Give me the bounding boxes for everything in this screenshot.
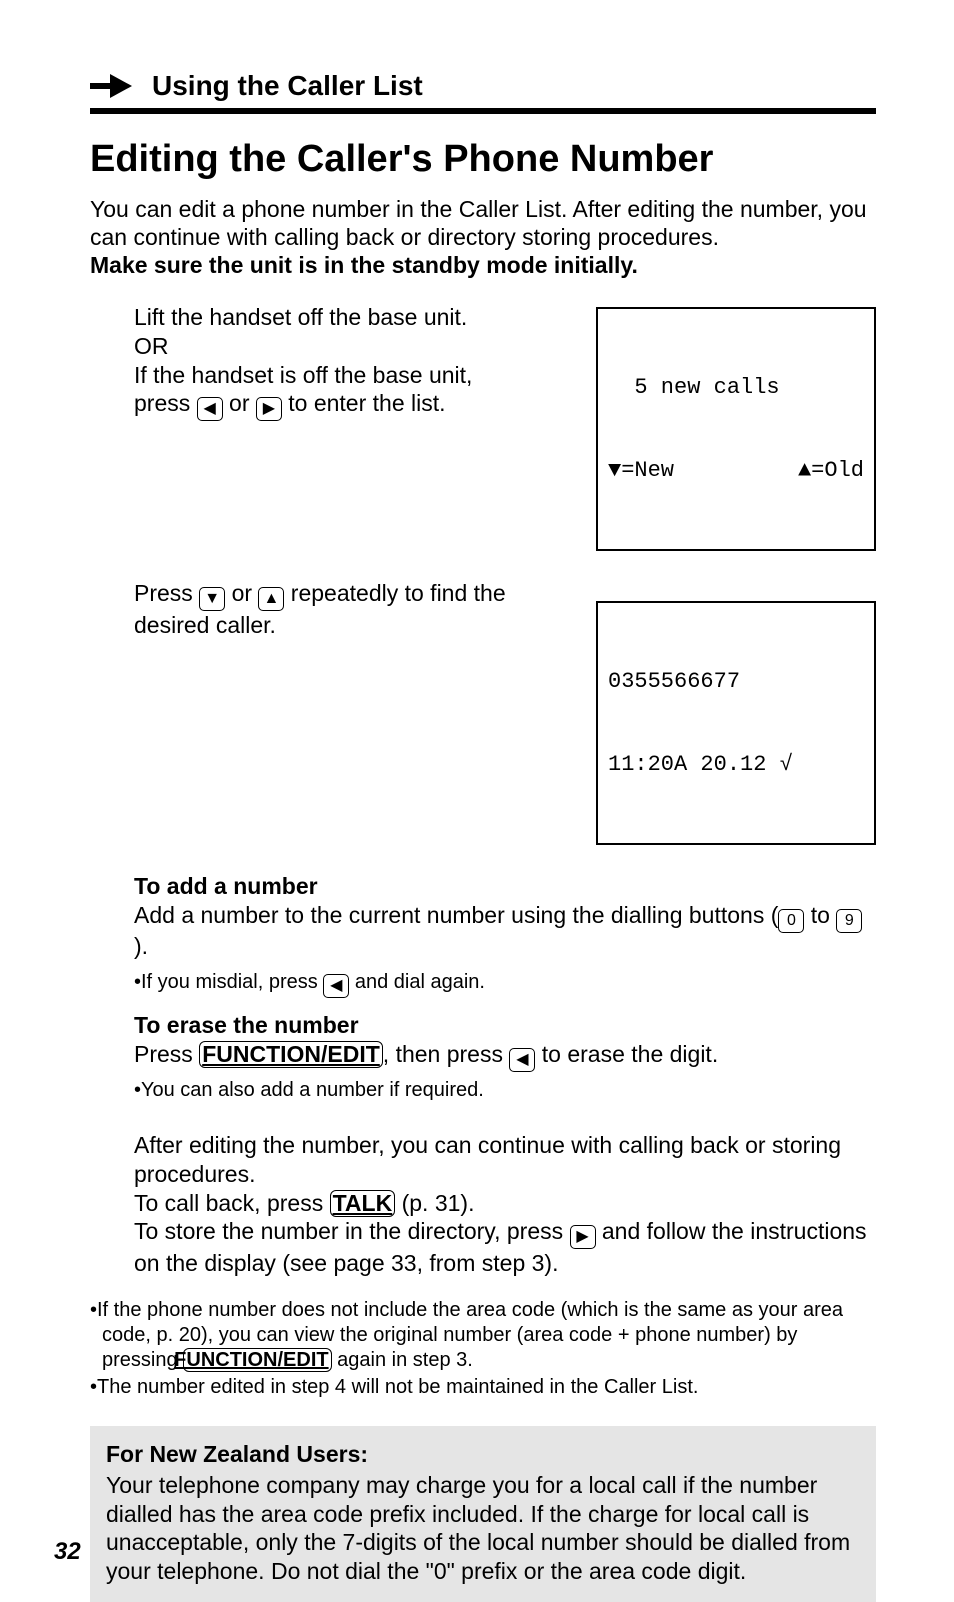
step-1-line4c: to enter the list. — [282, 390, 446, 416]
step-2-line1c: repeatedly to find the — [284, 580, 505, 606]
step-2-line2: desired caller. — [134, 611, 568, 640]
add-number-note-b: and dial again. — [349, 971, 485, 993]
erase-body-b: , then press — [383, 1041, 510, 1067]
left-arrow-button-2: ◀ — [323, 974, 349, 998]
function-edit-key: FUNCTION/EDIT — [199, 1041, 383, 1068]
bullet-2: •The number edited in step 4 will not be… — [90, 1375, 876, 1400]
infobox-body: Your telephone company may charge you fo… — [106, 1471, 860, 1586]
function-edit-key-2: FUNCTION/EDIT — [183, 1348, 331, 1372]
intro-standby-note: Make sure the unit is in the standby mod… — [90, 252, 638, 278]
erase-number-heading: To erase the number — [134, 1012, 876, 1039]
talk-key: TALK — [330, 1190, 396, 1217]
step4-line1: After editing the number, you can contin… — [134, 1131, 876, 1189]
add-number-body-a: Add a number to the current number using… — [134, 902, 778, 928]
section-divider — [90, 108, 876, 114]
step-4-block: After editing the number, you can contin… — [90, 1131, 876, 1278]
lcd1-line1: 5 new calls — [608, 374, 864, 402]
step-1-line2: OR — [134, 332, 568, 361]
step-1-text: Lift the handset off the base unit. OR I… — [90, 303, 568, 421]
erase-note: •You can also add a number if required. — [134, 1078, 876, 1103]
left-arrow-button: ◀ — [197, 397, 223, 421]
key-0: 0 — [778, 909, 804, 933]
step4-line3a: To store the number in the directory, pr… — [134, 1218, 570, 1244]
step-1-line4a: press — [134, 390, 197, 416]
intro-paragraph: You can edit a phone number in the Calle… — [90, 195, 876, 251]
add-number-body-c: ). — [134, 933, 148, 959]
step4-line2b: (p. 31). — [395, 1190, 474, 1216]
lcd2-line2: 11:20A 20.12 √ — [608, 751, 864, 779]
erase-body-a: Press — [134, 1041, 199, 1067]
key-9: 9 — [836, 909, 862, 933]
step-2-line1b: or — [225, 580, 258, 606]
step-2-text: Press ▼ or ▲ repeatedly to find the desi… — [90, 579, 568, 640]
bullet-1b: again in step 3. — [332, 1349, 473, 1371]
step-2-line1a: Press — [134, 580, 199, 606]
page-number: 32 — [54, 1538, 81, 1566]
down-arrow-button: ▼ — [199, 587, 225, 611]
right-arrow-button-2: ▶ — [570, 1225, 596, 1249]
nz-users-infobox: For New Zealand Users: Your telephone co… — [90, 1426, 876, 1602]
lcd1-line2-right: ▲=Old — [798, 457, 864, 485]
footnotes: •If the phone number does not include th… — [90, 1298, 876, 1400]
step-3-block: To add a number Add a number to the curr… — [90, 873, 876, 1103]
add-number-body-b: to — [804, 902, 836, 928]
add-number-heading: To add a number — [134, 873, 876, 900]
right-arrow-button: ▶ — [256, 397, 282, 421]
page-heading: Editing the Caller's Phone Number — [90, 138, 876, 181]
step-1-line3: If the handset is off the base unit, — [134, 361, 568, 390]
erase-body-c: to erase the digit. — [535, 1041, 718, 1067]
lcd-display-2: 0355566677 11:20A 20.12 √ — [596, 601, 876, 845]
add-number-note-a: •If you misdial, press — [134, 971, 323, 993]
arrow-bullet-icon — [90, 70, 134, 102]
left-arrow-button-3: ◀ — [509, 1048, 535, 1072]
lcd1-line2-left: ▼=New — [608, 457, 674, 485]
up-arrow-button: ▲ — [258, 587, 284, 611]
step-1-line4b: or — [223, 390, 256, 416]
step-1-line1: Lift the handset off the base unit. — [134, 303, 568, 332]
section-title: Using the Caller List — [152, 70, 423, 102]
lcd-display-1: 5 new calls ▼=New ▲=Old — [596, 307, 876, 551]
lcd2-line1: 0355566677 — [608, 668, 864, 696]
step4-line2a: To call back, press — [134, 1190, 330, 1216]
infobox-title: For New Zealand Users: — [106, 1440, 860, 1469]
